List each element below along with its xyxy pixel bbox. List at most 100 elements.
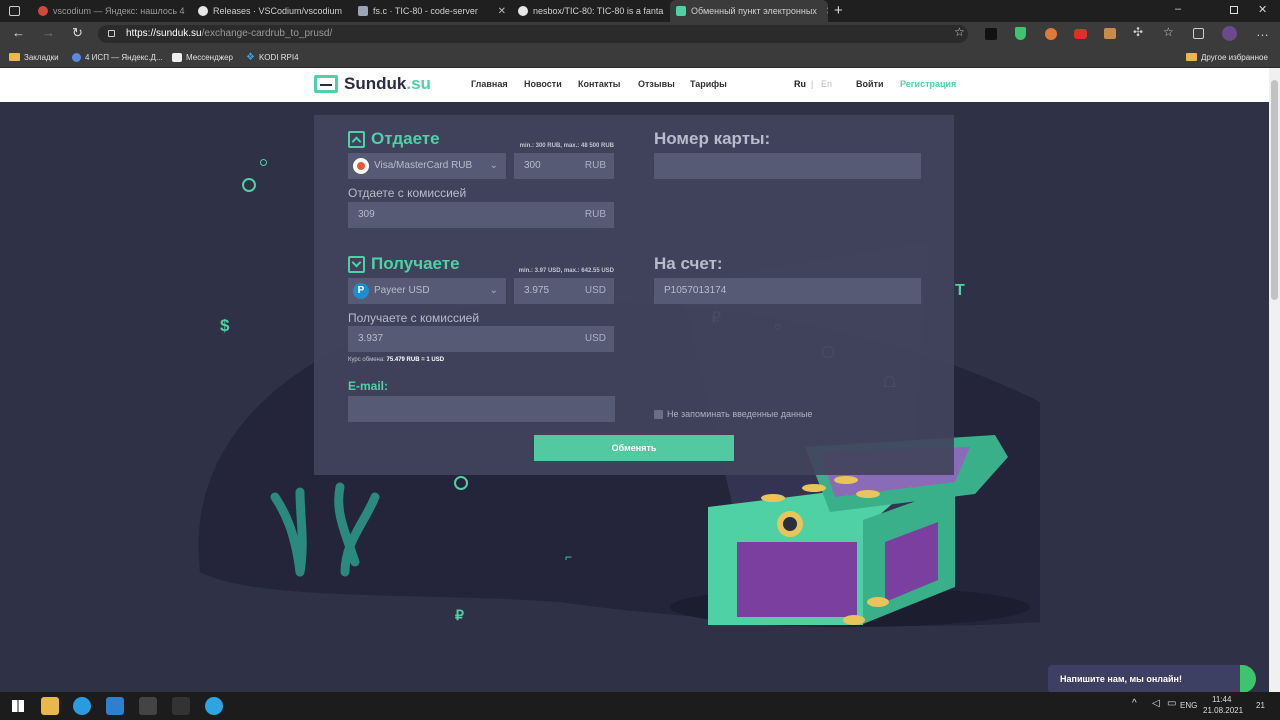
- windows-start-icon[interactable]: [12, 700, 24, 712]
- browser-tab[interactable]: nesbox/TIC-80: TIC-80 is a fanta ✕: [512, 0, 668, 22]
- receive-fee-field: 3.937 USD: [348, 326, 614, 352]
- clock-date[interactable]: 21.08.2021: [1203, 706, 1243, 715]
- settings-menu-icon[interactable]: …: [1256, 24, 1269, 39]
- receive-amount-input[interactable]: 3.975 USD: [514, 278, 614, 304]
- chevron-down-icon: ⌄: [489, 285, 498, 296]
- register-link[interactable]: Регистрация: [900, 79, 956, 89]
- give-currency-label: Visa/MasterCard RUB: [374, 160, 473, 171]
- clock-time[interactable]: 11:44: [1212, 695, 1231, 704]
- chest-logo-icon: [314, 75, 338, 93]
- give-fee-field: 309 RUB: [348, 202, 614, 228]
- give-amount-input[interactable]: 300 RUB: [514, 153, 614, 179]
- login-link[interactable]: Войти: [856, 79, 883, 89]
- folder-icon: [1186, 53, 1197, 61]
- tab-label: fs.c · TIC-80 - code-server: [373, 6, 478, 16]
- browser-tab[interactable]: vscodium — Яндекс: нашлось 4 ✕: [32, 0, 192, 22]
- logo-main: Sunduk: [344, 74, 407, 93]
- remember-label: Не запоминать введенные данные: [667, 409, 813, 419]
- remember-checkbox-row[interactable]: Не запоминать введенные данные: [654, 409, 812, 419]
- email-input[interactable]: [348, 396, 615, 422]
- close-window-button[interactable]: ✕: [1258, 3, 1267, 16]
- profile-avatar[interactable]: [1222, 26, 1237, 41]
- receive-limits: min.: 3.97 USD, max.: 642.55 USD: [518, 268, 614, 274]
- swords-app-icon[interactable]: [172, 697, 190, 715]
- close-tab-icon[interactable]: ✕: [822, 6, 828, 17]
- network-icon[interactable]: ▭: [1167, 698, 1176, 709]
- tab-actions-icon[interactable]: [9, 6, 20, 16]
- lang-en[interactable]: En: [821, 79, 832, 89]
- file-explorer-icon[interactable]: [41, 697, 59, 715]
- chat-widget[interactable]: Напишите нам, мы онлайн!: [1048, 665, 1256, 693]
- youtube-extension-icon[interactable]: [1074, 29, 1087, 39]
- notifications-badge[interactable]: 21: [1256, 701, 1265, 710]
- new-tab-button[interactable]: +: [834, 2, 843, 19]
- give-fee-value: 309: [358, 209, 375, 220]
- browser-tab-active[interactable]: Обменный пункт электронных ✕: [670, 0, 828, 22]
- page-scrollbar[interactable]: [1269, 68, 1280, 692]
- site-logo[interactable]: Sunduk.su: [314, 74, 431, 94]
- taskbar: ^ ◁ ▭ ENG 11:44 21.08.2021 21: [0, 692, 1280, 720]
- back-icon[interactable]: ←: [12, 25, 25, 40]
- forward-icon[interactable]: →: [42, 25, 55, 40]
- chevron-down-icon[interactable]: [348, 255, 365, 273]
- vscode-icon[interactable]: [106, 697, 124, 715]
- input-language[interactable]: ENG: [1180, 701, 1197, 710]
- add-favorite-icon[interactable]: ☆: [954, 25, 965, 39]
- card-number-label: Номер карты:: [654, 129, 771, 148]
- volume-icon[interactable]: ◁: [1152, 698, 1160, 709]
- receive-currency-select[interactable]: P Payeer USD ⌄: [348, 278, 506, 304]
- nav-home[interactable]: Главная: [471, 79, 508, 89]
- nav-news[interactable]: Новости: [524, 79, 562, 89]
- receive-amount-value: 3.975: [524, 285, 550, 296]
- give-currency-select[interactable]: Visa/MasterCard RUB ⌄: [348, 153, 506, 179]
- reload-icon[interactable]: ↻: [72, 25, 83, 41]
- lang-ru[interactable]: Ru: [794, 79, 806, 89]
- browser-tab[interactable]: fs.c · TIC-80 - code-server ✕: [352, 0, 512, 22]
- give-title: Отдаете: [371, 129, 440, 148]
- browser-tab[interactable]: Releases · VSCodium/vscodium ✕: [192, 0, 352, 22]
- exchange-form: Отдаете min.: 300 RUB, max.: 48 500 RUB …: [314, 115, 954, 475]
- url-field[interactable]: https://sunduk.su/exchange-cardrub_to_pr…: [98, 25, 968, 43]
- briefcase-extension-icon[interactable]: [1104, 28, 1116, 39]
- bookmark-label: KODI RPI4: [258, 52, 299, 62]
- extension-icon[interactable]: [985, 28, 997, 40]
- telegram-icon[interactable]: [205, 697, 223, 715]
- bookmark-label: Мессенджер: [186, 52, 233, 62]
- fox-extension-icon[interactable]: [1045, 28, 1057, 40]
- bookmark-item[interactable]: ❖ KODI RPI4: [246, 50, 299, 64]
- close-tab-icon[interactable]: ✕: [494, 6, 506, 17]
- checkbox[interactable]: [654, 409, 663, 419]
- scrollbar-thumb[interactable]: [1271, 80, 1278, 300]
- browser-tab-bar: vscodium — Яндекс: нашлось 4 ✕ Releases …: [0, 0, 1280, 22]
- receive-currency-label: Payeer USD: [374, 285, 430, 296]
- bookmark-item[interactable]: Мессенджер: [172, 50, 233, 64]
- other-bookmarks-folder[interactable]: Другое избранное: [1186, 50, 1268, 64]
- nav-contacts[interactable]: Контакты: [578, 79, 620, 89]
- favorites-icon[interactable]: ☆: [1163, 25, 1174, 39]
- minimize-button[interactable]: –: [1175, 3, 1181, 15]
- exchange-page: $ ₽ ₽ T ⩍ ⌐ Отдаете min.: 300 RUB, max.:…: [0, 102, 1269, 692]
- collections-icon[interactable]: [1193, 28, 1204, 39]
- url-host: https://sunduk.su: [126, 28, 202, 39]
- exchange-submit-button[interactable]: Обменять: [534, 435, 734, 461]
- bookmark-folder[interactable]: Закладки: [9, 50, 59, 64]
- restore-button[interactable]: [1230, 6, 1238, 14]
- shield-extension-icon[interactable]: [1015, 27, 1026, 40]
- terminal-icon[interactable]: [139, 697, 157, 715]
- rate-value: 75.479 RUB = 1 USD: [386, 357, 445, 363]
- bookmark-item[interactable]: 4 ИСП — Яндекс.Д...: [72, 50, 163, 64]
- account-input[interactable]: P1057013174: [654, 278, 921, 304]
- lang-separator: |: [811, 79, 814, 89]
- edge-browser-icon[interactable]: [73, 697, 91, 715]
- nav-tariffs[interactable]: Тарифы: [690, 79, 727, 89]
- tray-chevron-icon[interactable]: ^: [1132, 698, 1137, 709]
- bubble-icon: [454, 476, 468, 490]
- url-path: /exchange-cardrub_to_prusd/: [201, 28, 333, 39]
- puzzle-extensions-icon[interactable]: ✣: [1133, 25, 1143, 39]
- chevron-up-icon[interactable]: [348, 130, 365, 148]
- nav-reviews[interactable]: Отзывы: [638, 79, 675, 89]
- give-amount-value: 300: [524, 160, 541, 171]
- code-server-favicon-icon: [358, 6, 368, 16]
- zigzag-icon: ⌐: [565, 550, 573, 564]
- card-number-input[interactable]: [654, 153, 921, 179]
